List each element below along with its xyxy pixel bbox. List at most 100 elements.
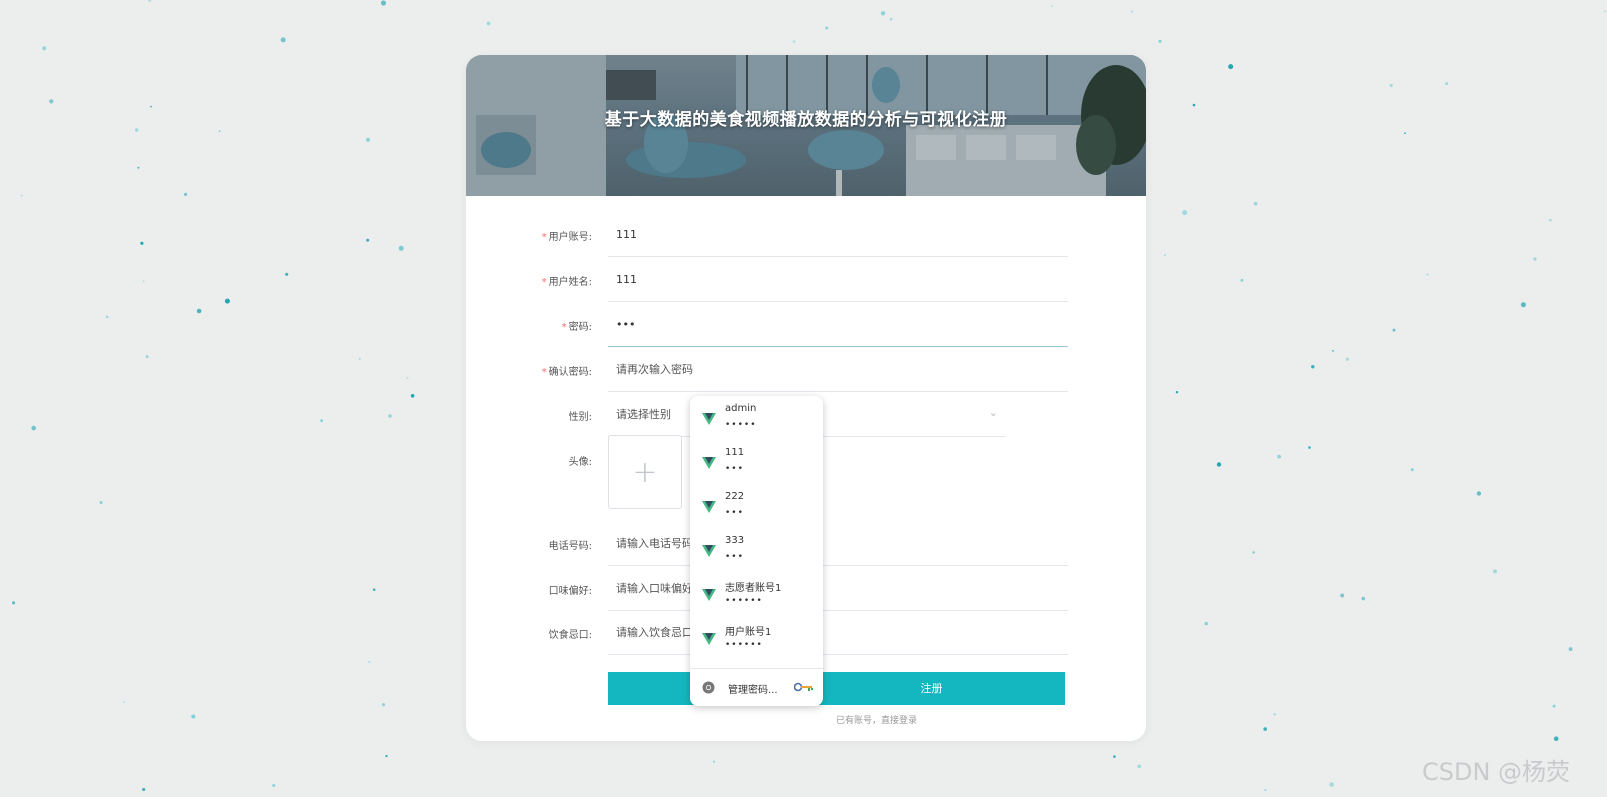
- account-field: [608, 212, 1068, 257]
- avatar-label: 头像:: [568, 457, 592, 468]
- password-autofill-dropdown: admin ••••• 111 ••• 222 ••• 333 ••• 志愿者账…: [690, 396, 823, 706]
- autofill-item[interactable]: 333 •••: [690, 528, 823, 572]
- particle: [1308, 446, 1311, 449]
- particle: [218, 130, 221, 132]
- particle: [184, 192, 188, 196]
- particle: [1137, 764, 1142, 769]
- particle: [712, 760, 716, 763]
- manage-passwords-button[interactable]: 管理密码...: [690, 668, 823, 706]
- particle: [1175, 391, 1179, 394]
- particle: [12, 601, 16, 605]
- account-input[interactable]: [608, 212, 1068, 256]
- password-label: * 密码:: [561, 322, 592, 333]
- gender-label: 性别:: [568, 412, 592, 423]
- particle: [372, 588, 376, 591]
- watermark: CSDN @杨荧: [1422, 758, 1571, 786]
- autofill-item[interactable]: 222 •••: [690, 484, 823, 528]
- particle: [380, 0, 387, 6]
- particle: [1311, 365, 1315, 369]
- particle: [398, 245, 404, 251]
- page-title: 基于大数据的美食视频播放数据的分析与可视化注册: [604, 110, 1008, 130]
- particle: [280, 37, 286, 43]
- particle: [1520, 302, 1526, 308]
- password-field: [608, 302, 1068, 347]
- particle: [1050, 5, 1053, 7]
- particle: [381, 703, 386, 707]
- particle: [1404, 132, 1406, 134]
- chevron-down-icon: ⌄: [988, 406, 998, 419]
- particle: [1332, 350, 1334, 352]
- diet-input[interactable]: [608, 610, 1068, 654]
- chrome-icon: [702, 681, 715, 694]
- particle: [1392, 328, 1396, 332]
- particle: [1476, 491, 1482, 496]
- particle: [410, 394, 415, 398]
- particle: [1131, 10, 1134, 13]
- taste-input[interactable]: [608, 566, 1068, 610]
- particle: [105, 315, 109, 319]
- particle: [145, 355, 149, 359]
- particle: [368, 660, 371, 664]
- particle: [406, 376, 409, 379]
- particle: [792, 40, 796, 43]
- particle: [1228, 64, 1234, 70]
- confirm-password-input[interactable]: [608, 347, 1068, 391]
- autofill-item[interactable]: admin •••••: [690, 396, 823, 440]
- particle: [1329, 782, 1334, 787]
- particle: [358, 357, 361, 360]
- particle: [147, 0, 152, 2]
- vue-logo-icon: [702, 413, 716, 425]
- particle: [880, 11, 886, 16]
- phone-field: [608, 521, 1068, 566]
- vue-logo-icon: [702, 633, 716, 645]
- particle: [123, 701, 125, 704]
- particle: [1277, 454, 1281, 459]
- particle: [320, 419, 323, 422]
- particle: [1264, 789, 1267, 792]
- particle: [31, 425, 36, 431]
- name-label: * 用户姓名:: [541, 277, 592, 288]
- particle: [1389, 83, 1393, 88]
- particle: [272, 783, 276, 788]
- particle: [1192, 103, 1196, 107]
- account-label: * 用户账号:: [541, 232, 592, 243]
- particle: [285, 272, 289, 276]
- particle: [1240, 278, 1244, 282]
- phone-input[interactable]: [608, 521, 1068, 565]
- particle: [49, 99, 54, 104]
- particle: [142, 280, 145, 282]
- name-row: * 用户姓名:: [466, 257, 1146, 303]
- particle: [1340, 593, 1345, 598]
- particle: [224, 298, 230, 304]
- particle: [1273, 713, 1276, 716]
- particle: [366, 137, 370, 142]
- vue-logo-icon: [702, 501, 716, 513]
- particle: [1252, 551, 1255, 554]
- banner-image: 基于大数据的美食视频播放数据的分析与可视化注册: [466, 55, 1146, 196]
- vue-logo-icon: [702, 457, 716, 469]
- particle: [42, 46, 47, 51]
- autofill-item[interactable]: 志愿者账号1 ••••••: [690, 572, 823, 616]
- particle: [1493, 569, 1497, 574]
- particle: [135, 128, 139, 132]
- key-icon: [794, 682, 813, 692]
- name-input[interactable]: [608, 257, 1068, 301]
- particle: [1552, 704, 1556, 708]
- password-input[interactable]: [608, 302, 1068, 346]
- avatar-upload-button[interactable]: +: [608, 435, 682, 509]
- confirm-password-row: * 确认密码:: [466, 347, 1146, 393]
- particle: [1345, 357, 1349, 361]
- register-button[interactable]: 注册: [608, 672, 1065, 705]
- particle: [1533, 257, 1537, 261]
- autofill-item[interactable]: 111 •••: [690, 440, 823, 484]
- account-row: * 用户账号:: [466, 212, 1146, 258]
- particle: [196, 308, 202, 314]
- particle: [1204, 621, 1209, 626]
- particle: [1113, 755, 1116, 758]
- particle: [150, 105, 152, 108]
- particle: [1164, 254, 1166, 256]
- particle: [1361, 596, 1366, 601]
- name-field: [608, 257, 1068, 302]
- login-link[interactable]: 已有账号，直接登录: [608, 713, 1065, 726]
- autofill-item[interactable]: 用户账号1 ••••••: [690, 616, 823, 660]
